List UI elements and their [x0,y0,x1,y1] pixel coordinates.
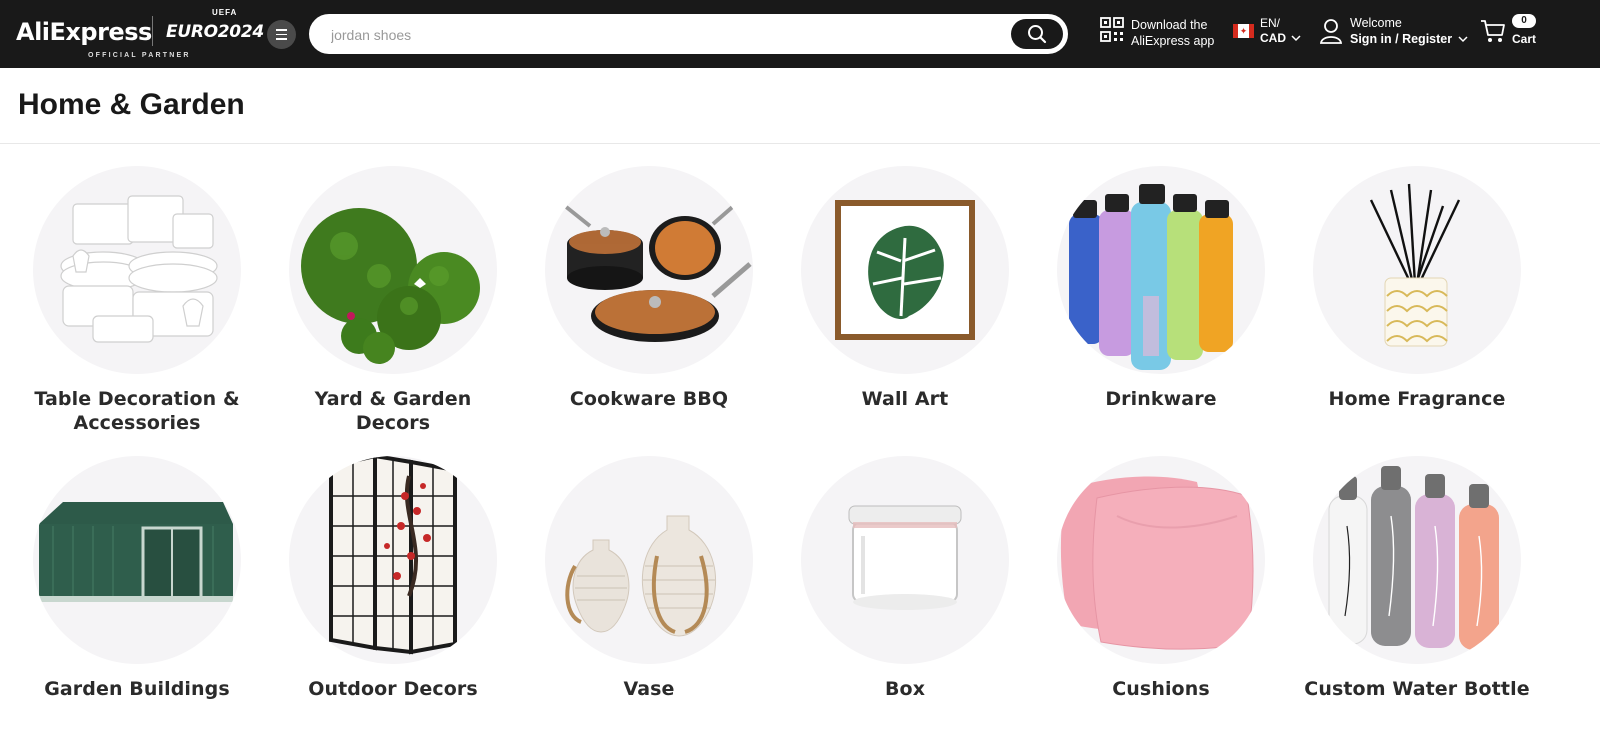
user-icon[interactable] [1320,18,1342,44]
search-input[interactable] [331,24,991,46]
folding-screen-image [289,456,497,664]
category-label: Home Fragrance [1328,388,1506,410]
reed-diffuser-image [1313,166,1521,374]
euro2024-label: EURO2024 [166,22,264,42]
glass-jar-image [801,456,1009,664]
category-label: Table Decoration & Accessories [34,388,240,434]
tableware-image [33,166,241,374]
download-app-link[interactable]: Download the AliExpress app [1131,17,1214,49]
category-label: Outdoor Decors [308,678,478,700]
sign-in-register-link[interactable]: Sign in / Register [1350,32,1452,46]
garden-shed-image [33,456,241,664]
cart-count-badge: 0 [1512,14,1536,28]
page-title: Home & Garden [18,88,245,121]
aliexpress-logo[interactable]: AliExpress [16,18,152,46]
category-label: Garden Buildings [44,678,230,700]
custom-bottles-image [1313,456,1521,664]
cart-label[interactable]: Cart [1512,32,1536,46]
chevron-down-icon [1291,35,1301,42]
category-label: Vase [623,678,675,700]
euro2024-badge[interactable]: UEFA EURO2024 [166,8,264,48]
canada-flag-icon[interactable]: ✦ [1233,24,1254,38]
download-line2: AliExpress app [1131,34,1215,48]
topiary-balls-image [289,166,497,374]
category-label: Cookware BBQ [569,388,729,410]
welcome-label: Welcome [1350,16,1402,30]
category-label: Drinkware [1105,388,1217,410]
chevron-down-icon [1458,36,1468,43]
water-bottles-image [1057,166,1265,374]
cart-icon[interactable] [1480,18,1506,44]
vases-image [545,456,753,664]
category-label: Cushions [1112,678,1210,700]
search-icon [1028,25,1047,44]
logo-divider [152,16,153,46]
category-label: Wall Art [861,388,949,410]
uefa-label: UEFA [212,8,238,17]
search-button[interactable] [1011,19,1063,49]
title-divider [0,143,1600,144]
pink-cushions-image [1057,456,1265,664]
language-currency-selector[interactable]: EN/ CAD [1260,16,1301,46]
currency-label: CAD [1260,31,1286,45]
hamburger-icon [276,29,287,31]
category-label: Yard & Garden Decors [314,388,472,434]
qr-code-icon[interactable] [1100,17,1124,43]
language-label: EN/ [1260,16,1281,30]
cookware-image [545,166,753,374]
search-bar [309,14,1068,54]
account-menu[interactable]: Welcome Sign in / Register [1350,15,1468,47]
menu-button[interactable] [267,20,296,49]
category-label: Custom Water Bottle [1304,678,1530,700]
category-label: Box [884,678,926,700]
top-header: AliExpress UEFA EURO2024 OFFICIAL PARTNE… [0,0,1600,68]
download-line1: Download the [1131,18,1208,32]
official-partner-label: OFFICIAL PARTNER [88,52,191,59]
framed-leaf-image [801,166,1009,374]
